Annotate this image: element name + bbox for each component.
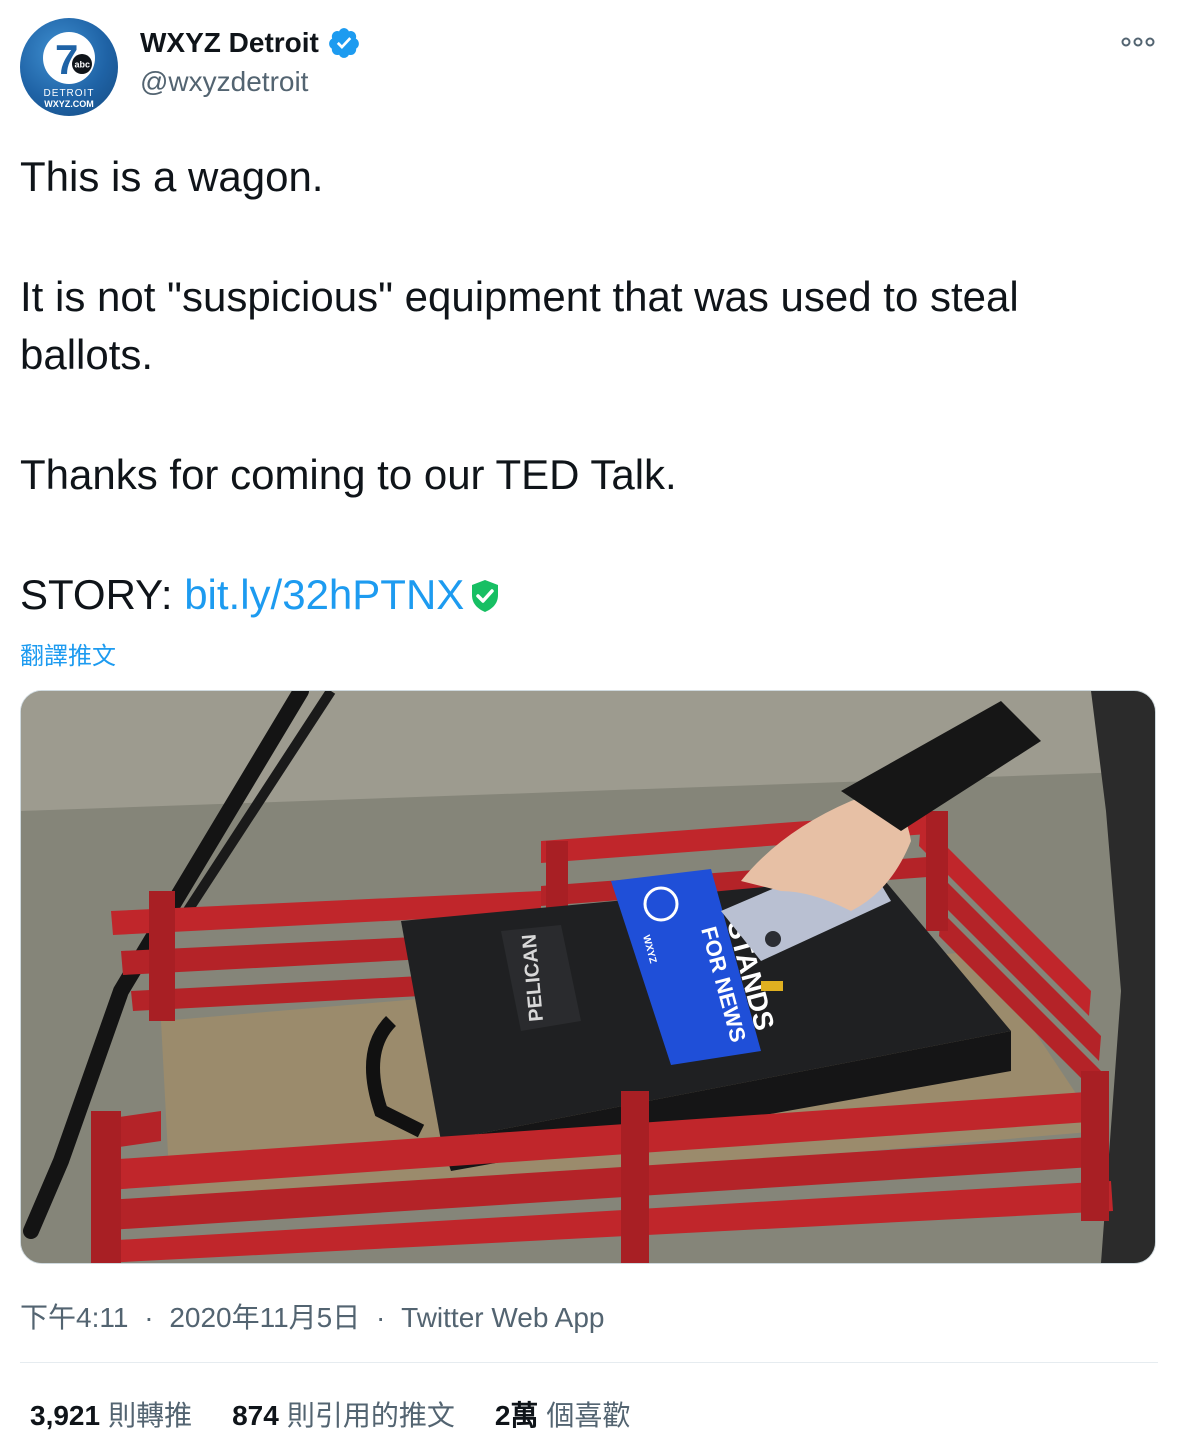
quotes-count: 874 bbox=[232, 1400, 279, 1431]
wagon-photo: PELICAN STANDS FOR NEWS WXYZ bbox=[21, 691, 1155, 1263]
tweet-meta: 下午4:11 · 2020年11月5日 · Twitter Web App bbox=[20, 1296, 605, 1336]
retweets-count: 3,921 bbox=[30, 1400, 101, 1431]
tweet-line-1: This is a wagon. bbox=[20, 153, 324, 200]
story-prefix: STORY: bbox=[20, 571, 185, 618]
likes-stat[interactable]: 2萬 個喜歡 bbox=[495, 1394, 631, 1434]
likes-count: 2萬 bbox=[494, 1400, 539, 1431]
tweet-line-3: Thanks for coming to our TED Talk. bbox=[20, 451, 677, 498]
author-display-name[interactable]: WXYZ Detroit bbox=[140, 27, 319, 59]
tweet-time[interactable]: 下午4:11 bbox=[20, 1302, 128, 1333]
tweet-source[interactable]: Twitter Web App bbox=[401, 1302, 604, 1333]
translate-tweet-link[interactable]: 翻譯推文 bbox=[20, 636, 116, 671]
meta-separator: · bbox=[376, 1302, 386, 1333]
tweet-line-2: It is not "suspicious" equipment that wa… bbox=[20, 273, 1019, 378]
retweets-stat[interactable]: 3,921 則轉推 bbox=[30, 1394, 192, 1434]
tweet-story-line: STORY: bit.ly/32hPTNX bbox=[20, 566, 1150, 624]
tweet-media-image[interactable]: PELICAN STANDS FOR NEWS WXYZ bbox=[20, 690, 1156, 1264]
tweet-date[interactable]: 2020年11月5日 bbox=[169, 1302, 360, 1333]
quotes-label: 則引用的推文 bbox=[286, 1400, 455, 1431]
verified-badge-icon bbox=[327, 26, 361, 60]
more-options-icon[interactable] bbox=[1120, 30, 1156, 54]
tweet-text: This is a wagon. It is not "suspicious" … bbox=[20, 148, 1150, 624]
author-name-row: WXYZ Detroit bbox=[140, 26, 361, 60]
safe-link-shield-icon bbox=[470, 570, 500, 612]
divider bbox=[20, 1362, 1158, 1363]
retweets-label: 則轉推 bbox=[108, 1400, 193, 1431]
avatar-line1: DETROIT bbox=[44, 88, 95, 99]
avatar[interactable]: 7 abc DETROIT WXYZ.COM bbox=[20, 18, 118, 116]
avatar-abc-badge: abc bbox=[75, 60, 91, 70]
avatar-line2: WXYZ.COM bbox=[44, 99, 94, 109]
story-link[interactable]: bit.ly/32hPTNX bbox=[184, 571, 464, 618]
author-handle[interactable]: @wxyzdetroit bbox=[140, 66, 308, 98]
quotes-stat[interactable]: 874 則引用的推文 bbox=[232, 1394, 455, 1434]
wxyz-logo: 7 abc DETROIT WXYZ.COM bbox=[43, 32, 95, 109]
tweet-stats: 3,921 則轉推 874 則引用的推文 2萬 個喜歡 bbox=[30, 1394, 630, 1434]
meta-separator: · bbox=[144, 1302, 154, 1333]
likes-label: 個喜歡 bbox=[546, 1400, 631, 1431]
